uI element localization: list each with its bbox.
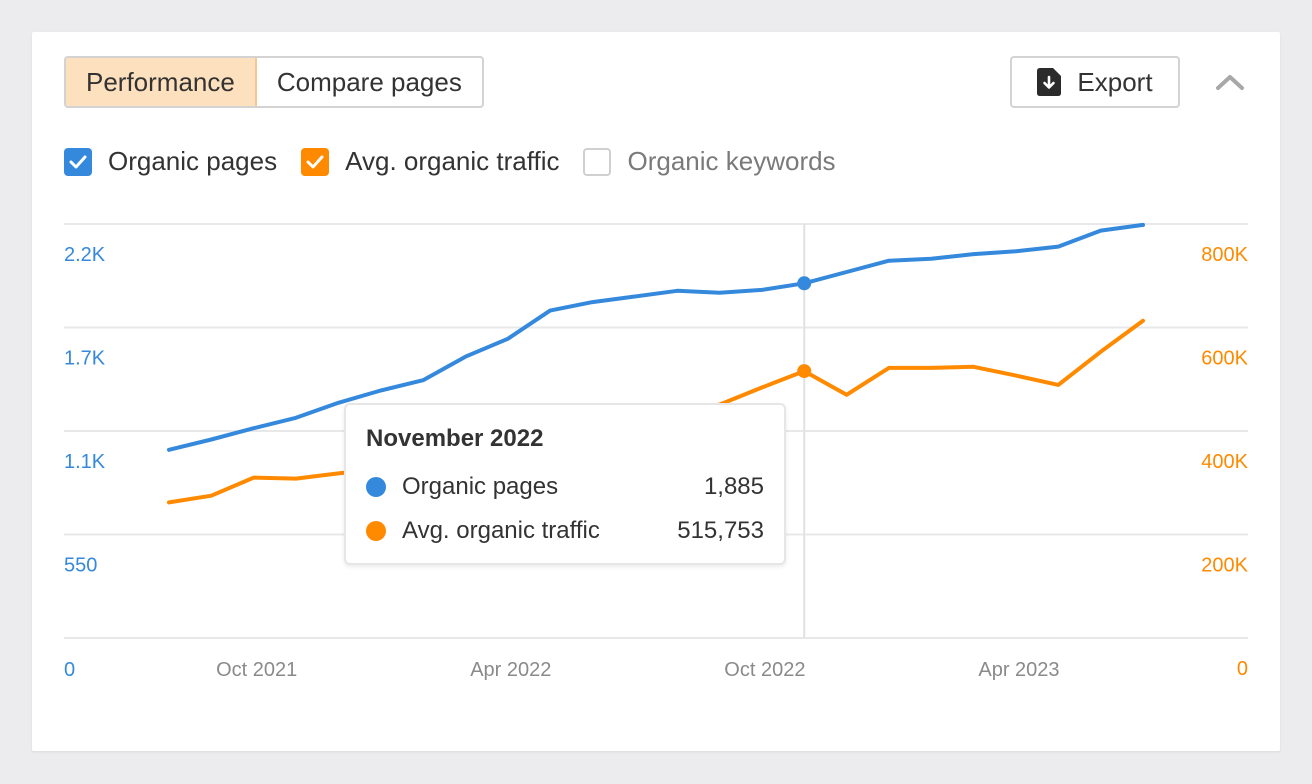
tooltip-label: Organic pages (402, 473, 559, 500)
tooltip-label: Avg. organic traffic (402, 517, 600, 544)
y-right-tick-label: 600K (1201, 348, 1248, 370)
y-right-tick-label: 800K (1201, 244, 1248, 266)
tooltip-row-organic-pages: Organic pages 1,885 (366, 465, 764, 509)
y-left-tick-label: 1.7K (64, 348, 106, 370)
y-right-tick-label: 400K (1201, 451, 1248, 473)
tooltip-value: 515,753 (677, 517, 764, 544)
highlight-point (797, 276, 812, 291)
chart-tooltip: November 2022 Organic pages 1,885 Avg. o… (344, 403, 786, 565)
y-left-tick-label: 0 (64, 659, 75, 681)
tooltip-title: November 2022 (366, 425, 544, 452)
x-tick-label: Oct 2021 (216, 659, 297, 681)
x-tick-label: Apr 2023 (978, 659, 1059, 681)
performance-card: Performance Compare pages Export Organic… (32, 32, 1280, 751)
y-left-tick-label: 2.2K (64, 244, 106, 266)
y-right-tick-label: 200K (1201, 555, 1248, 577)
tooltip-value: 1,885 (703, 473, 764, 500)
x-tick-label: Apr 2022 (470, 659, 551, 681)
x-tick-label: Oct 2022 (724, 659, 805, 681)
performance-line-chart[interactable]: 0 550 1.1K 1.7K 2.2K 0 200K 400K 600K 800K Oct 202… (32, 32, 1280, 751)
highlight-point (797, 364, 812, 379)
y-right-tick-label: 0 (1237, 658, 1248, 680)
organic-pages-dot-icon (366, 477, 386, 497)
y-left-tick-label: 1.1K (64, 451, 106, 473)
tooltip-row-avg-organic-traffic: Avg. organic traffic 515,753 (366, 509, 764, 553)
avg-organic-traffic-dot-icon (366, 521, 386, 541)
y-left-tick-label: 550 (64, 555, 97, 577)
